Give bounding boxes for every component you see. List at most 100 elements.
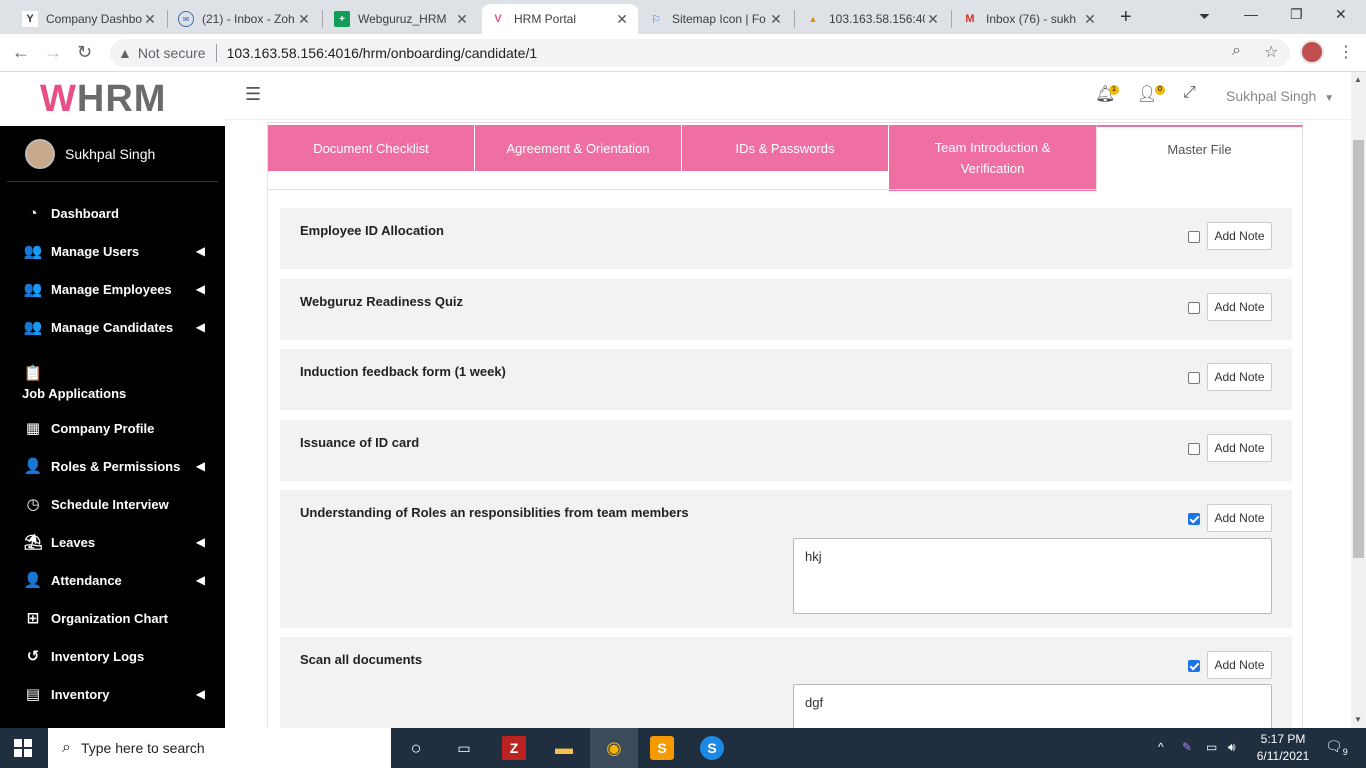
skype-icon[interactable]: S xyxy=(700,736,724,760)
page-scrollbar[interactable]: ▲ ▼ xyxy=(1351,72,1366,728)
chevron-left-icon: ◀ xyxy=(195,687,205,701)
taskbar-search[interactable]: ⌕ Type here to search xyxy=(48,728,391,768)
cortana-icon[interactable]: ○ xyxy=(404,736,428,760)
item-checkbox[interactable] xyxy=(1188,372,1200,384)
onboarding-tabs: Document Checklist Agreement & Orientati… xyxy=(268,123,1304,191)
job-applications-icon: 📋 xyxy=(23,365,43,382)
sidebar-item-inventory[interactable]: ▤ Inventory ◀ xyxy=(0,675,225,713)
sidebar-item-inventory-logs[interactable]: ↺ Inventory Logs xyxy=(0,637,225,675)
sidebar-item-company-profile[interactable]: ▦ Company Profile xyxy=(0,409,225,447)
url-bar[interactable]: ▲ Not secure 103.163.58.156:4016/hrm/onb… xyxy=(110,39,1290,67)
mail-icon: ✉ xyxy=(178,11,194,27)
sidebar-item-label: Schedule Interview xyxy=(51,496,169,512)
fullscreen-icon[interactable]: ⤢ xyxy=(1183,84,1196,102)
action-center-icon[interactable]: 🗨︎9 xyxy=(1325,738,1348,757)
browser-menu-icon[interactable]: ⋮ xyxy=(1338,42,1354,62)
add-note-button[interactable]: Add Note xyxy=(1207,363,1272,391)
close-icon[interactable]: ✕ xyxy=(614,11,630,28)
scroll-down-icon[interactable]: ▼ xyxy=(1354,715,1362,724)
hamburger-menu-icon[interactable]: ☰ xyxy=(245,84,261,105)
chevron-left-icon: ◀ xyxy=(195,535,205,549)
umbrella-beach-icon: ⛱ xyxy=(23,534,43,551)
close-icon[interactable]: ✕ xyxy=(142,11,158,28)
close-icon[interactable]: ✕ xyxy=(768,11,784,28)
add-note-button[interactable]: Add Note xyxy=(1207,434,1272,462)
close-icon[interactable]: ✕ xyxy=(925,11,941,28)
file-explorer-icon[interactable]: ▬ xyxy=(552,736,576,760)
item-checkbox[interactable] xyxy=(1188,513,1200,525)
note-textarea[interactable]: dgf xyxy=(793,684,1272,728)
chrome-icon[interactable]: ◉ xyxy=(602,736,626,760)
item-checkbox[interactable] xyxy=(1188,660,1200,672)
tab-document-checklist[interactable]: Document Checklist xyxy=(268,125,474,171)
filezilla-icon[interactable]: Z xyxy=(502,736,526,760)
chevron-left-icon: ◀ xyxy=(195,244,205,258)
item-checkbox[interactable] xyxy=(1188,231,1200,243)
close-icon[interactable]: ✕ xyxy=(296,11,312,28)
volume-icon[interactable]: 🔊︎ xyxy=(1228,740,1236,755)
new-tab-button[interactable]: + xyxy=(1120,6,1132,29)
tab-master-file[interactable]: Master File xyxy=(1096,125,1303,191)
tray-pen-icon[interactable]: ✎ xyxy=(1182,740,1192,754)
browser-tab-active[interactable]: V HRM Portal ✕ xyxy=(482,4,638,34)
sublime-text-icon[interactable]: S xyxy=(650,736,674,760)
browser-tab[interactable]: M Inbox (76) - sukh ✕ xyxy=(954,4,1106,34)
browser-profile-avatar[interactable] xyxy=(1300,40,1324,64)
notification-badge: 1 xyxy=(1109,85,1119,95)
forward-icon[interactable]: → xyxy=(44,42,62,63)
checklist-item: Employee ID Allocation Add Note xyxy=(280,208,1292,269)
sidebar-item-attendance[interactable]: 👤 Attendance ◀ xyxy=(0,561,225,599)
network-icon[interactable]: ▭ xyxy=(1206,740,1217,754)
bookmark-star-icon[interactable]: ☆ xyxy=(1264,42,1278,62)
close-icon[interactable]: ✕ xyxy=(454,11,470,28)
app-logo[interactable]: WHRM xyxy=(0,72,225,126)
users-icon: 👥 xyxy=(23,243,43,260)
browser-tab[interactable]: ⚐ Sitemap Icon | Fo ✕ xyxy=(640,4,792,34)
minimize-icon[interactable]: — xyxy=(1244,6,1258,22)
user-plus-icon[interactable]: 👤︎ xyxy=(1137,84,1157,104)
checklist-item: Scan all documents Add Note dgf xyxy=(280,637,1292,728)
taskbar-clock[interactable]: 5:17 PM 6/11/2021 xyxy=(1252,731,1314,765)
task-view-icon[interactable]: ▭ xyxy=(452,736,476,760)
sidebar-user[interactable]: Sukhpal Singh xyxy=(7,126,218,182)
item-checkbox[interactable] xyxy=(1188,443,1200,455)
item-checkbox[interactable] xyxy=(1188,302,1200,314)
tab-ids-passwords[interactable]: IDs & Passwords xyxy=(682,125,888,171)
sidebar-item-dashboard[interactable]: ◔ Dashboard xyxy=(0,194,225,232)
sidebar-item-organization-chart[interactable]: ⊞ Organization Chart xyxy=(0,599,225,637)
flag-icon: ⚐ xyxy=(651,13,661,26)
add-note-button[interactable]: Add Note xyxy=(1207,504,1272,532)
back-icon[interactable]: ← xyxy=(12,42,30,63)
sidebar-item-manage-candidates[interactable]: 👥 Manage Candidates ◀ xyxy=(0,308,225,346)
chevron-left-icon: ◀ xyxy=(195,573,205,587)
sidebar-item-manage-employees[interactable]: 👥 Manage Employees ◀ xyxy=(0,270,225,308)
sidebar-item-job-applications[interactable]: 📋 Job Applications xyxy=(0,346,225,409)
zoom-icon[interactable]: ⌕ xyxy=(1232,42,1241,60)
sidebar-item-label: Manage Users xyxy=(51,243,140,259)
sidebar-item-leaves[interactable]: ⛱ Leaves ◀ xyxy=(0,523,225,561)
scroll-thumb[interactable] xyxy=(1353,140,1364,558)
add-note-button[interactable]: Add Note xyxy=(1207,293,1272,321)
browser-tab[interactable]: ✉ (21) - Inbox - Zoh ✕ xyxy=(170,4,320,34)
user-clock-icon: 👤 xyxy=(23,572,43,589)
sidebar-item-schedule-interview[interactable]: ◷ Schedule Interview xyxy=(0,485,225,523)
windows-start-icon[interactable] xyxy=(14,739,32,757)
tray-chevron-icon[interactable]: ^ xyxy=(1158,740,1164,754)
header-user-dropdown[interactable]: Sukhpal Singh ▼ xyxy=(1226,88,1334,104)
tab-search-icon[interactable]: ⏷ xyxy=(1199,8,1210,25)
reload-icon[interactable]: ↻ xyxy=(77,42,92,63)
scroll-up-icon[interactable]: ▲ xyxy=(1354,75,1362,84)
note-textarea[interactable]: hkj xyxy=(793,538,1272,614)
add-note-button[interactable]: Add Note xyxy=(1207,651,1272,679)
browser-tab[interactable]: Y Company Dashbo ✕ xyxy=(14,4,166,34)
add-note-button[interactable]: Add Note xyxy=(1207,222,1272,250)
sidebar-item-manage-users[interactable]: 👥 Manage Users ◀ xyxy=(0,232,225,270)
sidebar-item-roles-permissions[interactable]: 👤 Roles & Permissions ◀ xyxy=(0,447,225,485)
tab-team-introduction[interactable]: Team Introduction & Verification xyxy=(889,125,1096,191)
window-close-icon[interactable]: ✕ xyxy=(1335,6,1347,23)
browser-tab[interactable]: + Webguruz_HRM ✕ xyxy=(326,4,478,34)
tab-agreement-orientation[interactable]: Agreement & Orientation xyxy=(475,125,681,171)
close-icon[interactable]: ✕ xyxy=(1082,11,1098,28)
maximize-icon[interactable]: ❐ xyxy=(1290,6,1303,23)
browser-tab[interactable]: ▲ 103.163.58.156:40 ✕ xyxy=(797,4,949,34)
